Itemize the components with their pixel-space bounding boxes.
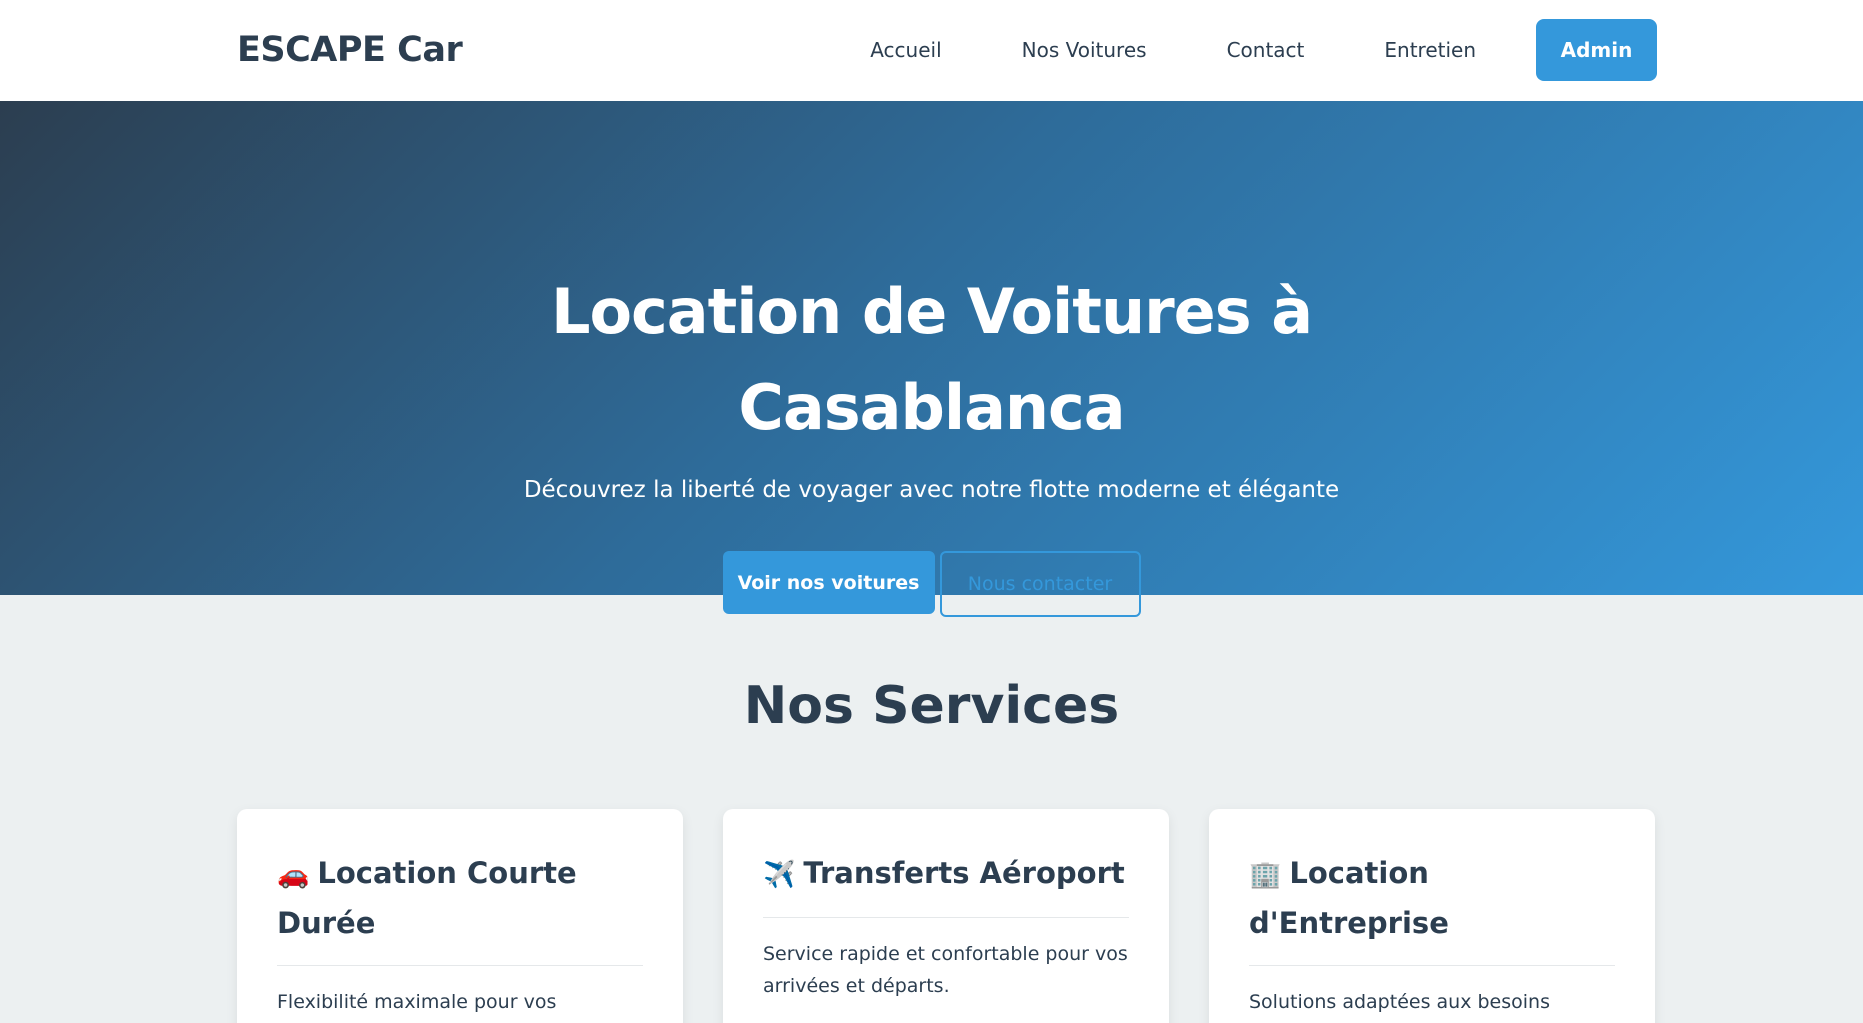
- admin-button[interactable]: Admin: [1536, 19, 1657, 81]
- service-card-text: Service rapide et confortable pour vos a…: [763, 943, 1128, 997]
- service-card-title-text: Transferts Aéroport: [803, 856, 1125, 890]
- nav-link-accueil[interactable]: Accueil: [870, 38, 941, 62]
- hero-section: Location de Voitures à Casablanca Découv…: [0, 101, 1863, 617]
- nav-links: Accueil Nos Voitures Contact Entretien A…: [870, 19, 1657, 81]
- service-card-short-term[interactable]: 🚗 Location Courte Durée Flexibilité maxim…: [237, 809, 683, 1023]
- office-building-icon: 🏢: [1249, 860, 1282, 890]
- site-logo[interactable]: ESCAPE Car: [237, 30, 463, 70]
- service-cards: 🚗 Location Courte Durée Flexibilité maxim…: [237, 809, 1655, 1023]
- nav-link-contact[interactable]: Contact: [1227, 38, 1305, 62]
- service-card-title-text: Location Courte Durée: [277, 856, 577, 940]
- car-icon: 🚗: [277, 860, 310, 890]
- service-card-title: 🏢 Location d'Entreprise: [1249, 849, 1615, 966]
- service-card-title: 🚗 Location Courte Durée: [277, 849, 643, 966]
- airplane-icon: ✈️: [763, 860, 796, 890]
- navbar: ESCAPE Car Accueil Nos Voitures Contact …: [0, 0, 1863, 101]
- service-card-text: Solutions adaptées aux besoins professio…: [1249, 991, 1550, 1013]
- hero-subtitle: Découvrez la liberté de voyager avec not…: [523, 477, 1340, 503]
- services-title: Nos Services: [743, 676, 1120, 736]
- services-section: Nos Services 🚗 Location Courte Durée Flex…: [0, 595, 1863, 1023]
- service-card-title: ✈️ Transferts Aéroport: [763, 849, 1129, 918]
- service-card-business[interactable]: 🏢 Location d'Entreprise Solutions adaptée…: [1209, 809, 1655, 1023]
- hero-title: Location de Voitures à Casablanca: [550, 275, 1313, 444]
- nav-link-entretien[interactable]: Entretien: [1384, 38, 1476, 62]
- nav-link-nos-voitures[interactable]: Nos Voitures: [1022, 38, 1147, 62]
- service-card-airport[interactable]: ✈️ Transferts Aéroport Service rapide et …: [723, 809, 1169, 1023]
- service-card-text: Flexibilité maximale pour vos: [277, 991, 557, 1013]
